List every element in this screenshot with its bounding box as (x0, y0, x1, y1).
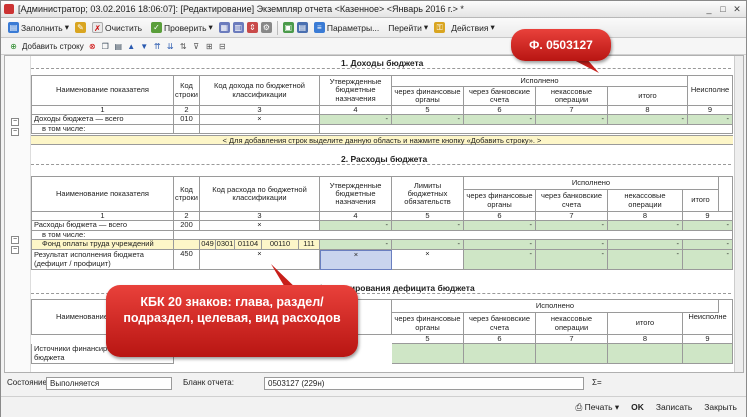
print-button[interactable]: ⎙ Печать ▾ (573, 402, 623, 413)
status-bar: Состояние Выполняется Бланк отчета: 0503… (1, 375, 746, 393)
sigma-label: Σ= (592, 378, 602, 387)
printer-icon: ⎙ (575, 401, 585, 412)
form-field[interactable]: 0503127 (229н) (264, 377, 584, 390)
state-field[interactable]: Выполняется (46, 377, 172, 390)
state-label: Состояние (7, 378, 47, 387)
ok-button[interactable]: OK (628, 402, 647, 412)
form-callout: Ф. 0503127 (511, 29, 611, 61)
kbk-callout: КБК 20 знаков: глава, раздел/подраздел, … (106, 285, 358, 357)
save-button[interactable]: Записать (653, 402, 695, 412)
close-button[interactable]: Закрыть (701, 402, 740, 412)
form-label: Бланк отчета: (183, 378, 234, 387)
report-window: [Администратор; 03.02.2016 18:06:07]: [Р… (0, 0, 747, 417)
footer-bar: ⎙ Печать ▾ OK Записать Закрыть (1, 396, 746, 417)
